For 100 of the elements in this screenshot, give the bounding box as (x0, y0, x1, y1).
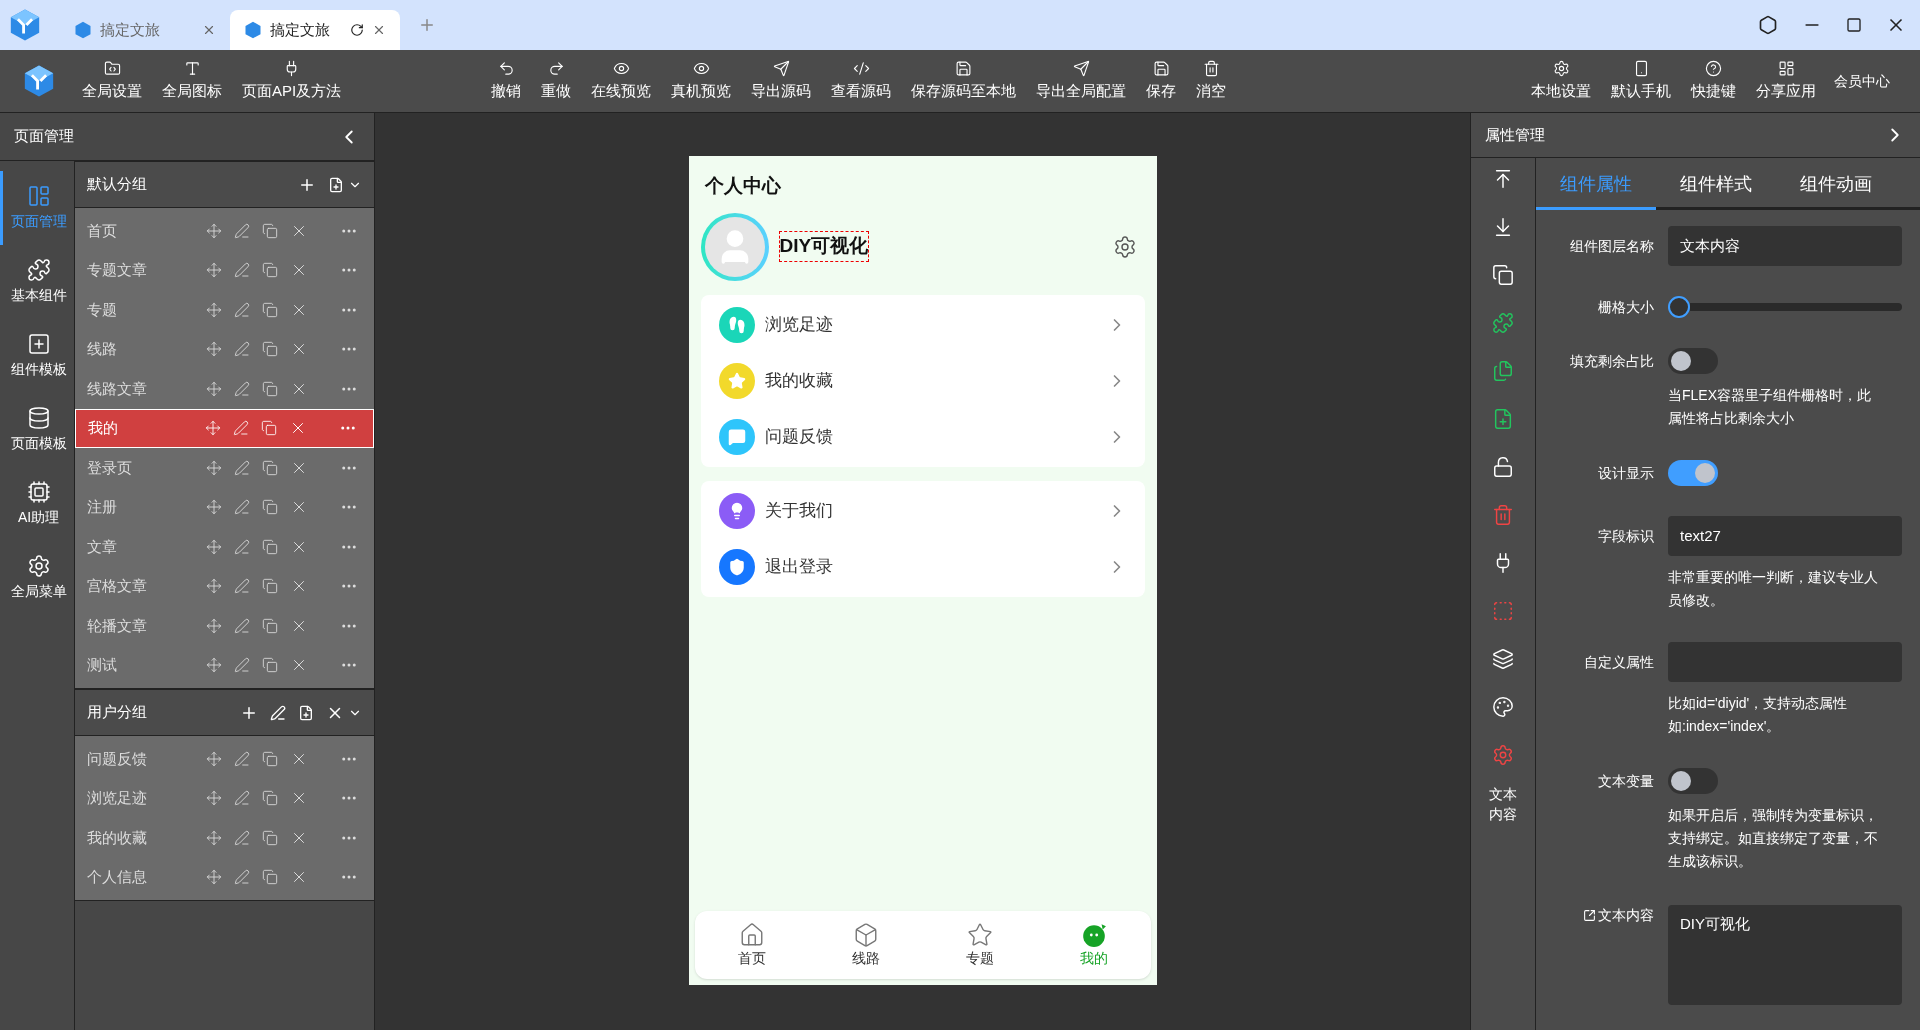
move-icon[interactable] (206, 262, 222, 279)
page-item[interactable]: 注册 (75, 487, 374, 527)
toolbar-button[interactable]: 保存 (1136, 53, 1187, 109)
move-icon[interactable] (206, 790, 222, 807)
toolbar-button[interactable]: 保存源码至本地 (901, 53, 1027, 109)
move-icon[interactable] (206, 222, 222, 239)
nav-item[interactable]: 全局菜单 (0, 541, 74, 615)
toolbar-button[interactable]: 全局设置 (72, 53, 152, 109)
page-item[interactable]: 我的收藏 (75, 818, 374, 858)
page-item[interactable]: 问题反馈 (75, 739, 374, 779)
nav-item[interactable]: 基本组件 (0, 245, 74, 319)
tab-bar-item[interactable]: 专题 (944, 921, 1015, 969)
browser-tab[interactable]: 搞定文旅 (60, 10, 230, 50)
toolbar-button[interactable]: 导出全局配置 (1026, 53, 1137, 109)
page-item[interactable]: 轮播文章 (75, 606, 374, 646)
page-name: 注册 (87, 497, 118, 517)
slider-thumb[interactable] (1668, 296, 1690, 318)
toolbar-button[interactable]: 导出源码 (741, 53, 822, 109)
page-item[interactable]: 专题 (75, 290, 374, 330)
menu-item[interactable]: 关于我们 (700, 482, 1145, 539)
tab-bar-item[interactable]: 线路 (830, 921, 901, 969)
toggle-switch[interactable] (1668, 348, 1718, 374)
property-tab[interactable]: 组件动画 (1776, 161, 1896, 210)
move-icon[interactable] (206, 459, 222, 476)
group-header[interactable]: 用户分组 (75, 689, 374, 736)
palette-icon[interactable] (1492, 696, 1514, 718)
save-icon (1152, 59, 1170, 77)
page-item[interactable]: 首页 (75, 211, 374, 251)
move-icon[interactable] (206, 829, 222, 846)
toolbar-button[interactable]: 本地设置 (1521, 53, 1601, 109)
move-icon[interactable] (206, 657, 222, 674)
move-icon[interactable] (206, 617, 222, 634)
close-icon[interactable] (372, 23, 386, 37)
page-item[interactable]: 文章 (75, 527, 374, 567)
toolbar-button[interactable]: 页面API及方法 (232, 53, 352, 109)
page-item[interactable]: 线路文章 (75, 369, 374, 409)
dashboard-icon (1777, 59, 1795, 77)
menu-item[interactable]: 问题反馈 (700, 408, 1145, 465)
add-page-icon[interactable] (328, 176, 344, 193)
move-icon[interactable] (205, 420, 221, 437)
toggle-switch[interactable] (1668, 768, 1718, 794)
unlock-icon[interactable] (1492, 456, 1514, 478)
move-icon[interactable] (206, 578, 222, 595)
toolbar-button[interactable]: 真机预览 (661, 53, 742, 109)
property-tab[interactable]: 组件样式 (1656, 161, 1776, 210)
move-icon[interactable] (206, 499, 222, 516)
puzzle-icon (26, 258, 51, 282)
toolbar-button[interactable]: 默认手机 (1601, 53, 1681, 109)
page-item[interactable]: 专题文章 (75, 250, 374, 290)
menu-item[interactable]: 浏览足迹 (700, 296, 1145, 353)
field-hint: 比如id='diyid'，支持动态属性如:index='index'。 (1668, 694, 1849, 736)
move-icon[interactable] (206, 301, 222, 318)
text-input[interactable]: text27 (1668, 516, 1902, 556)
reload-icon[interactable] (350, 23, 364, 37)
toolbar-button[interactable]: 全局图标 (152, 53, 232, 109)
nav-item[interactable]: AI助理 (0, 467, 74, 541)
puzzle-icon[interactable] (1492, 312, 1514, 334)
settings-icon[interactable] (1112, 234, 1137, 259)
add-page-icon[interactable] (298, 704, 314, 721)
toolbar-button[interactable]: 消空 (1186, 53, 1237, 109)
dashed-square-icon[interactable] (1492, 600, 1514, 622)
maximize-icon[interactable] (1846, 17, 1862, 33)
move-icon[interactable] (206, 380, 222, 397)
tab-bar-item[interactable]: 首页 (716, 921, 787, 969)
page-item[interactable]: 浏览足迹 (75, 778, 374, 818)
move-icon[interactable] (206, 538, 222, 555)
menu-item[interactable]: 退出登录 (700, 538, 1145, 595)
layers-icon[interactable] (1492, 648, 1514, 670)
menu-item[interactable]: 我的收藏 (700, 352, 1145, 409)
page-item[interactable]: 测试 (75, 645, 374, 685)
text-input[interactable] (1668, 642, 1902, 682)
page-item[interactable]: 线路 (75, 329, 374, 369)
send-icon (772, 59, 790, 77)
field-hint: 当FLEX容器里子组件栅格时，此属性将占比剩余大小 (1668, 386, 1872, 428)
extension-icon[interactable] (1758, 15, 1778, 35)
text-area[interactable]: DIY可视化 (1668, 905, 1902, 1005)
toolbar-button[interactable]: 分享应用 (1746, 53, 1826, 109)
file-plus-icon[interactable] (1492, 408, 1514, 430)
page-item[interactable]: 个人信息 (75, 857, 374, 897)
move-icon[interactable] (206, 750, 222, 767)
page-item[interactable]: 我的 (75, 408, 374, 448)
page-item[interactable]: 登录页 (75, 448, 374, 488)
files-icon[interactable] (1492, 360, 1514, 382)
browser-tab[interactable]: 搞定文旅 (230, 10, 400, 50)
toolbar-button[interactable]: 重做 (531, 53, 582, 109)
toolbar-button[interactable]: 撤销 (481, 53, 532, 109)
new-tab-icon[interactable] (418, 16, 436, 34)
copy-icon[interactable] (1492, 264, 1514, 286)
toggle-switch[interactable] (1668, 460, 1718, 486)
member-center-button[interactable]: 会员中心 (1826, 70, 1898, 92)
toolbar-button[interactable]: 在线预览 (581, 53, 662, 109)
group-header[interactable]: 默认分组 (75, 161, 374, 208)
move-icon[interactable] (206, 869, 222, 886)
nav-item[interactable]: 组件模板 (0, 319, 74, 393)
text-input[interactable]: 文本内容 (1668, 226, 1902, 266)
move-icon[interactable] (206, 341, 222, 358)
toolbar-button[interactable]: 快捷键 (1681, 53, 1746, 109)
page-item[interactable]: 宫格文章 (75, 566, 374, 606)
nav-item[interactable]: 页面模板 (0, 393, 74, 467)
toolbar-button[interactable]: 查看源码 (821, 53, 902, 109)
